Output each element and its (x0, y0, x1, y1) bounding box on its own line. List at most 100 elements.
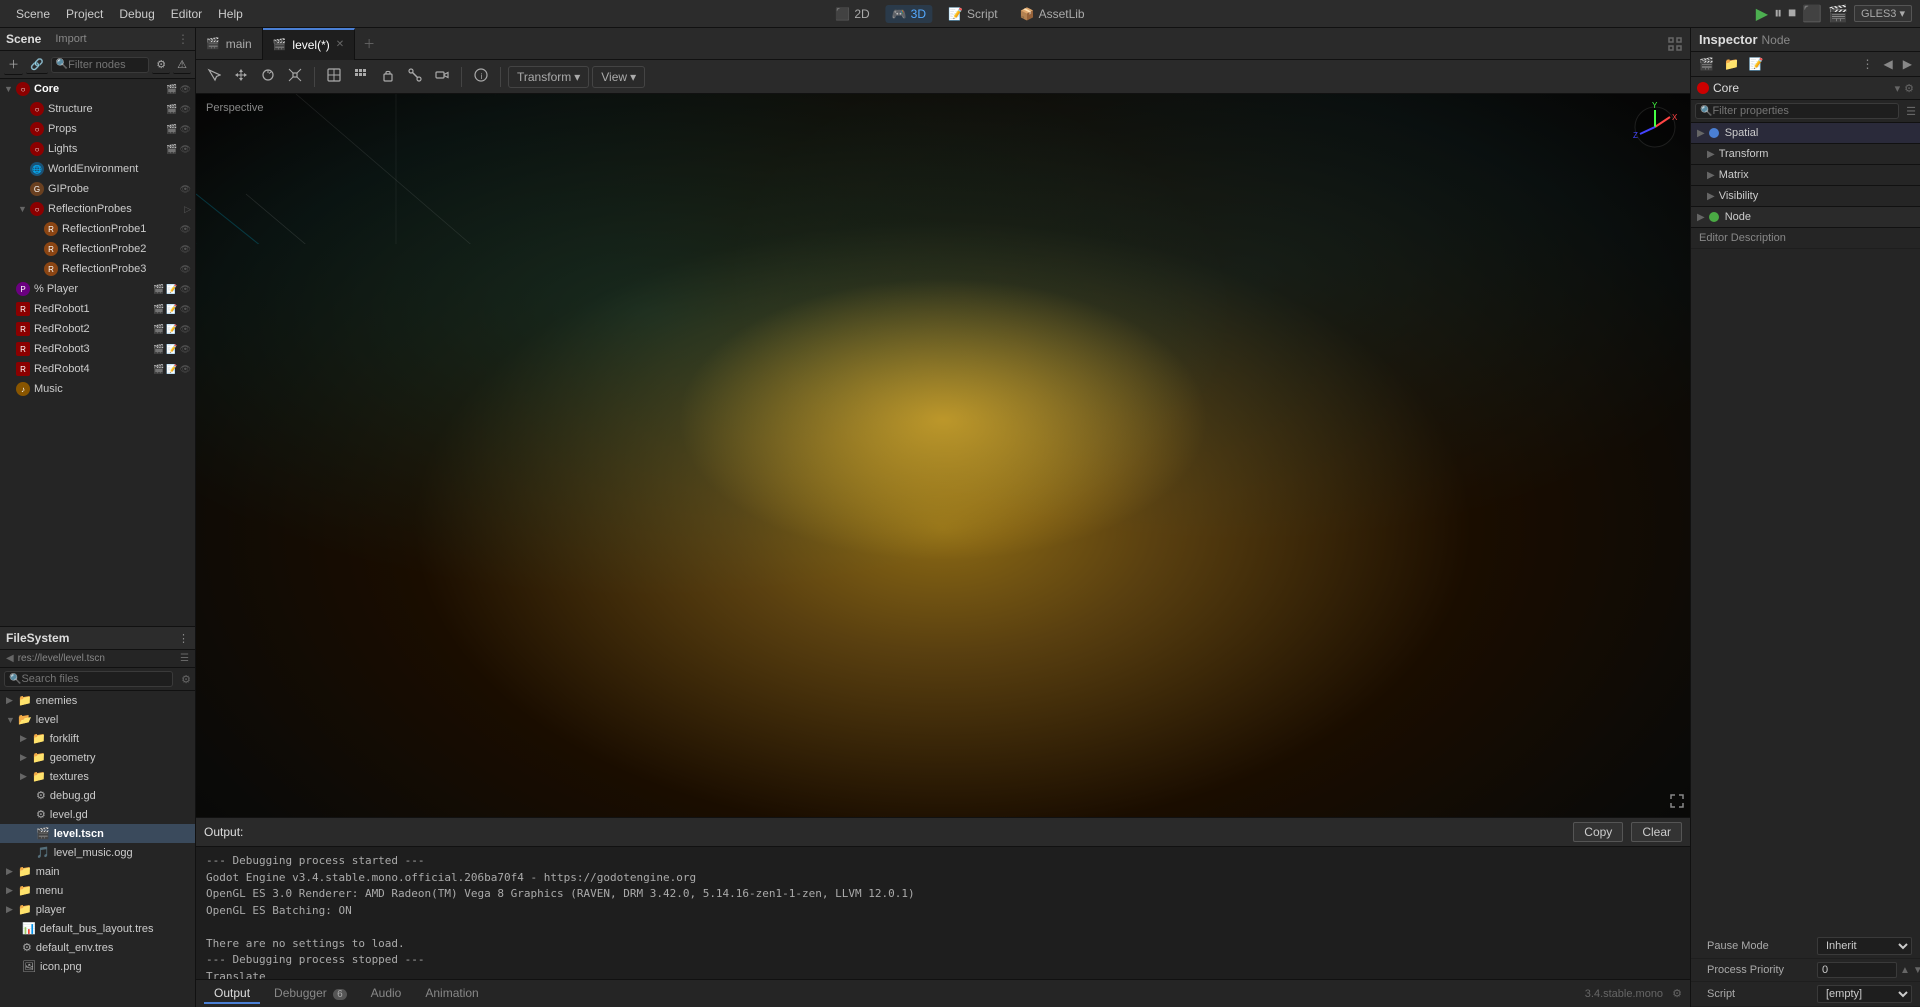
tab-add-button[interactable]: ＋ (355, 28, 383, 60)
player-vis-icon[interactable]: 👁 (180, 284, 191, 295)
tree-item-structure[interactable]: ○ Structure 🎬 👁 (0, 99, 195, 119)
output-tab-debugger[interactable]: Debugger 6 (264, 984, 357, 1004)
player-film-icon[interactable]: 🎬 (153, 284, 164, 295)
rr4-film-icon[interactable]: 🎬 (153, 364, 164, 375)
rp3-vis-icon[interactable]: 👁 (180, 264, 191, 275)
rr1-film-icon[interactable]: 🎬 (153, 304, 164, 315)
tree-item-worldenv[interactable]: 🌐 WorldEnvironment (0, 159, 195, 179)
fs-menu-icon[interactable]: ⋮ (178, 632, 189, 645)
rp2-vis-icon[interactable]: 👁 (180, 244, 191, 255)
view-script-button[interactable]: 📝 Script (942, 5, 1004, 23)
play-button[interactable]: ▶ (1756, 4, 1768, 24)
inspector-next-icon[interactable]: ▶ (1899, 55, 1916, 73)
vt-bone-button[interactable] (403, 65, 427, 88)
output-content[interactable]: --- Debugging process started --- Godot … (196, 847, 1690, 979)
menu-editor[interactable]: Editor (163, 5, 210, 23)
process-priority-up-icon[interactable]: ▲ (1900, 965, 1910, 976)
tree-item-core[interactable]: ▼ ○ Core 🎬 👁 (0, 79, 195, 99)
add-node-button[interactable]: ＋ (4, 54, 23, 75)
fullscreen-toggle-button[interactable] (1660, 37, 1690, 51)
inspector-node-dropdown-icon[interactable]: ▾ (1895, 82, 1901, 95)
import-button[interactable]: Import (55, 33, 86, 45)
tree-item-redrobot4[interactable]: R RedRobot4 🎬 📝 👁 (0, 359, 195, 379)
rr3-film-icon[interactable]: 🎬 (153, 344, 164, 355)
structure-vis-icon[interactable]: 👁 (180, 104, 191, 115)
rr2-vis-icon[interactable]: 👁 (180, 324, 191, 335)
fs-item-geometry[interactable]: ▶ 📁 geometry (0, 748, 195, 767)
viewport[interactable]: Perspective X Y Z (196, 94, 1690, 817)
fs-item-menu[interactable]: ▶ 📁 menu (0, 881, 195, 900)
inspector-filter-field[interactable] (1712, 105, 1894, 117)
output-tab-animation[interactable]: Animation (415, 984, 488, 1004)
filter-nodes-input[interactable]: 🔍 (51, 57, 150, 73)
menu-scene[interactable]: Scene (8, 5, 58, 23)
rr1-script-icon[interactable]: 📝 (166, 304, 177, 315)
props-vis-icon[interactable]: 👁 (180, 124, 191, 135)
lights-film-icon[interactable]: 🎬 (166, 144, 177, 155)
link-node-button[interactable]: 🔗 (26, 56, 48, 74)
fs-search-field[interactable] (21, 673, 168, 685)
tree-item-rp1[interactable]: R ReflectionProbe1 👁 (0, 219, 195, 239)
version-settings-icon[interactable]: ⚙ (1672, 988, 1682, 1000)
inspector-node-settings-icon[interactable]: ⚙ (1904, 82, 1914, 95)
core-vis-icon[interactable]: 👁 (180, 84, 191, 95)
fs-item-icon-png[interactable]: 🖼 icon.png (0, 957, 195, 976)
vt-rotate-button[interactable] (256, 65, 280, 88)
vt-lock-button[interactable] (376, 65, 400, 88)
process-priority-input[interactable] (1817, 962, 1897, 978)
view-dropdown[interactable]: View ▾ (592, 66, 645, 88)
rr3-vis-icon[interactable]: 👁 (180, 344, 191, 355)
output-tab-output[interactable]: Output (204, 984, 260, 1004)
core-film-icon[interactable]: 🎬 (166, 84, 177, 95)
tree-item-lights[interactable]: ○ Lights 🎬 👁 (0, 139, 195, 159)
tab-level-close-icon[interactable]: ✕ (336, 39, 344, 50)
clear-button[interactable]: Clear (1631, 822, 1682, 842)
fs-item-textures[interactable]: ▶ 📁 textures (0, 767, 195, 786)
fs-search-input-wrap[interactable]: 🔍 (4, 671, 173, 687)
transform-subsection-header[interactable]: ▶ Transform (1691, 144, 1920, 165)
remote-button[interactable]: ⬛ (1802, 4, 1822, 24)
fs-item-level-tscn[interactable]: 🎬 level.tscn (0, 824, 195, 843)
movie-button[interactable]: 🎬 (1828, 4, 1848, 24)
fs-item-level-gd[interactable]: ⚙ level.gd (0, 805, 195, 824)
tab-main[interactable]: 🎬 main (196, 28, 263, 60)
scene-warning-icon[interactable]: ⚠ (173, 56, 191, 74)
giprobe-vis-icon[interactable]: 👁 (180, 184, 191, 195)
script-prop-dropdown[interactable]: [empty] (1817, 985, 1912, 1003)
vt-snap-button[interactable] (349, 65, 373, 88)
menu-help[interactable]: Help (210, 5, 251, 23)
fs-item-default-bus[interactable]: 📊 default_bus_layout.tres (0, 919, 195, 938)
fs-filter-icon[interactable]: ⚙ (181, 673, 191, 686)
pause-button[interactable]: ⏸ (1774, 5, 1782, 23)
tree-item-props[interactable]: ○ Props 🎬 👁 (0, 119, 195, 139)
scene-menu-icon[interactable]: ⋮ (177, 32, 189, 46)
node-section-header[interactable]: ▶ Node (1691, 207, 1920, 228)
rp1-vis-icon[interactable]: 👁 (180, 224, 191, 235)
rr4-vis-icon[interactable]: 👁 (180, 364, 191, 375)
menu-project[interactable]: Project (58, 5, 111, 23)
fs-item-enemies[interactable]: ▶ 📁 enemies (0, 691, 195, 710)
view-assetlib-button[interactable]: 📦 AssetLib (1014, 5, 1091, 23)
inspector-script-icon[interactable]: 📝 (1745, 55, 1768, 73)
inspector-folder-icon[interactable]: 📁 (1720, 55, 1743, 73)
process-priority-down-icon[interactable]: ▼ (1913, 965, 1920, 976)
inspector-filter-options-icon[interactable]: ☰ (1906, 105, 1916, 118)
menu-debug[interactable]: Debug (111, 5, 162, 23)
inspector-menu-icon[interactable]: ⋮ (1858, 55, 1878, 73)
player-script-icon[interactable]: 📝 (166, 284, 177, 295)
tree-item-music[interactable]: ♪ Music (0, 379, 195, 399)
copy-button[interactable]: Copy (1573, 822, 1623, 842)
spatial-section-header[interactable]: ▶ Spatial (1691, 123, 1920, 144)
viewport-fullscreen-button[interactable] (1670, 794, 1684, 811)
lights-vis-icon[interactable]: 👁 (180, 144, 191, 155)
filter-nodes-field[interactable] (68, 59, 144, 71)
rr2-film-icon[interactable]: 🎬 (153, 324, 164, 335)
rr2-script-icon[interactable]: 📝 (166, 324, 177, 335)
inspector-filter-input-wrap[interactable]: 🔍 (1695, 103, 1899, 119)
rr4-script-icon[interactable]: 📝 (166, 364, 177, 375)
reflprobes-arrow-icon[interactable]: ▷ (184, 204, 191, 215)
vt-camera-button[interactable] (430, 65, 454, 88)
visibility-subsection-header[interactable]: ▶ Visibility (1691, 186, 1920, 207)
fs-item-player[interactable]: ▶ 📁 player (0, 900, 195, 919)
fs-item-forklift[interactable]: ▶ 📁 forklift (0, 729, 195, 748)
